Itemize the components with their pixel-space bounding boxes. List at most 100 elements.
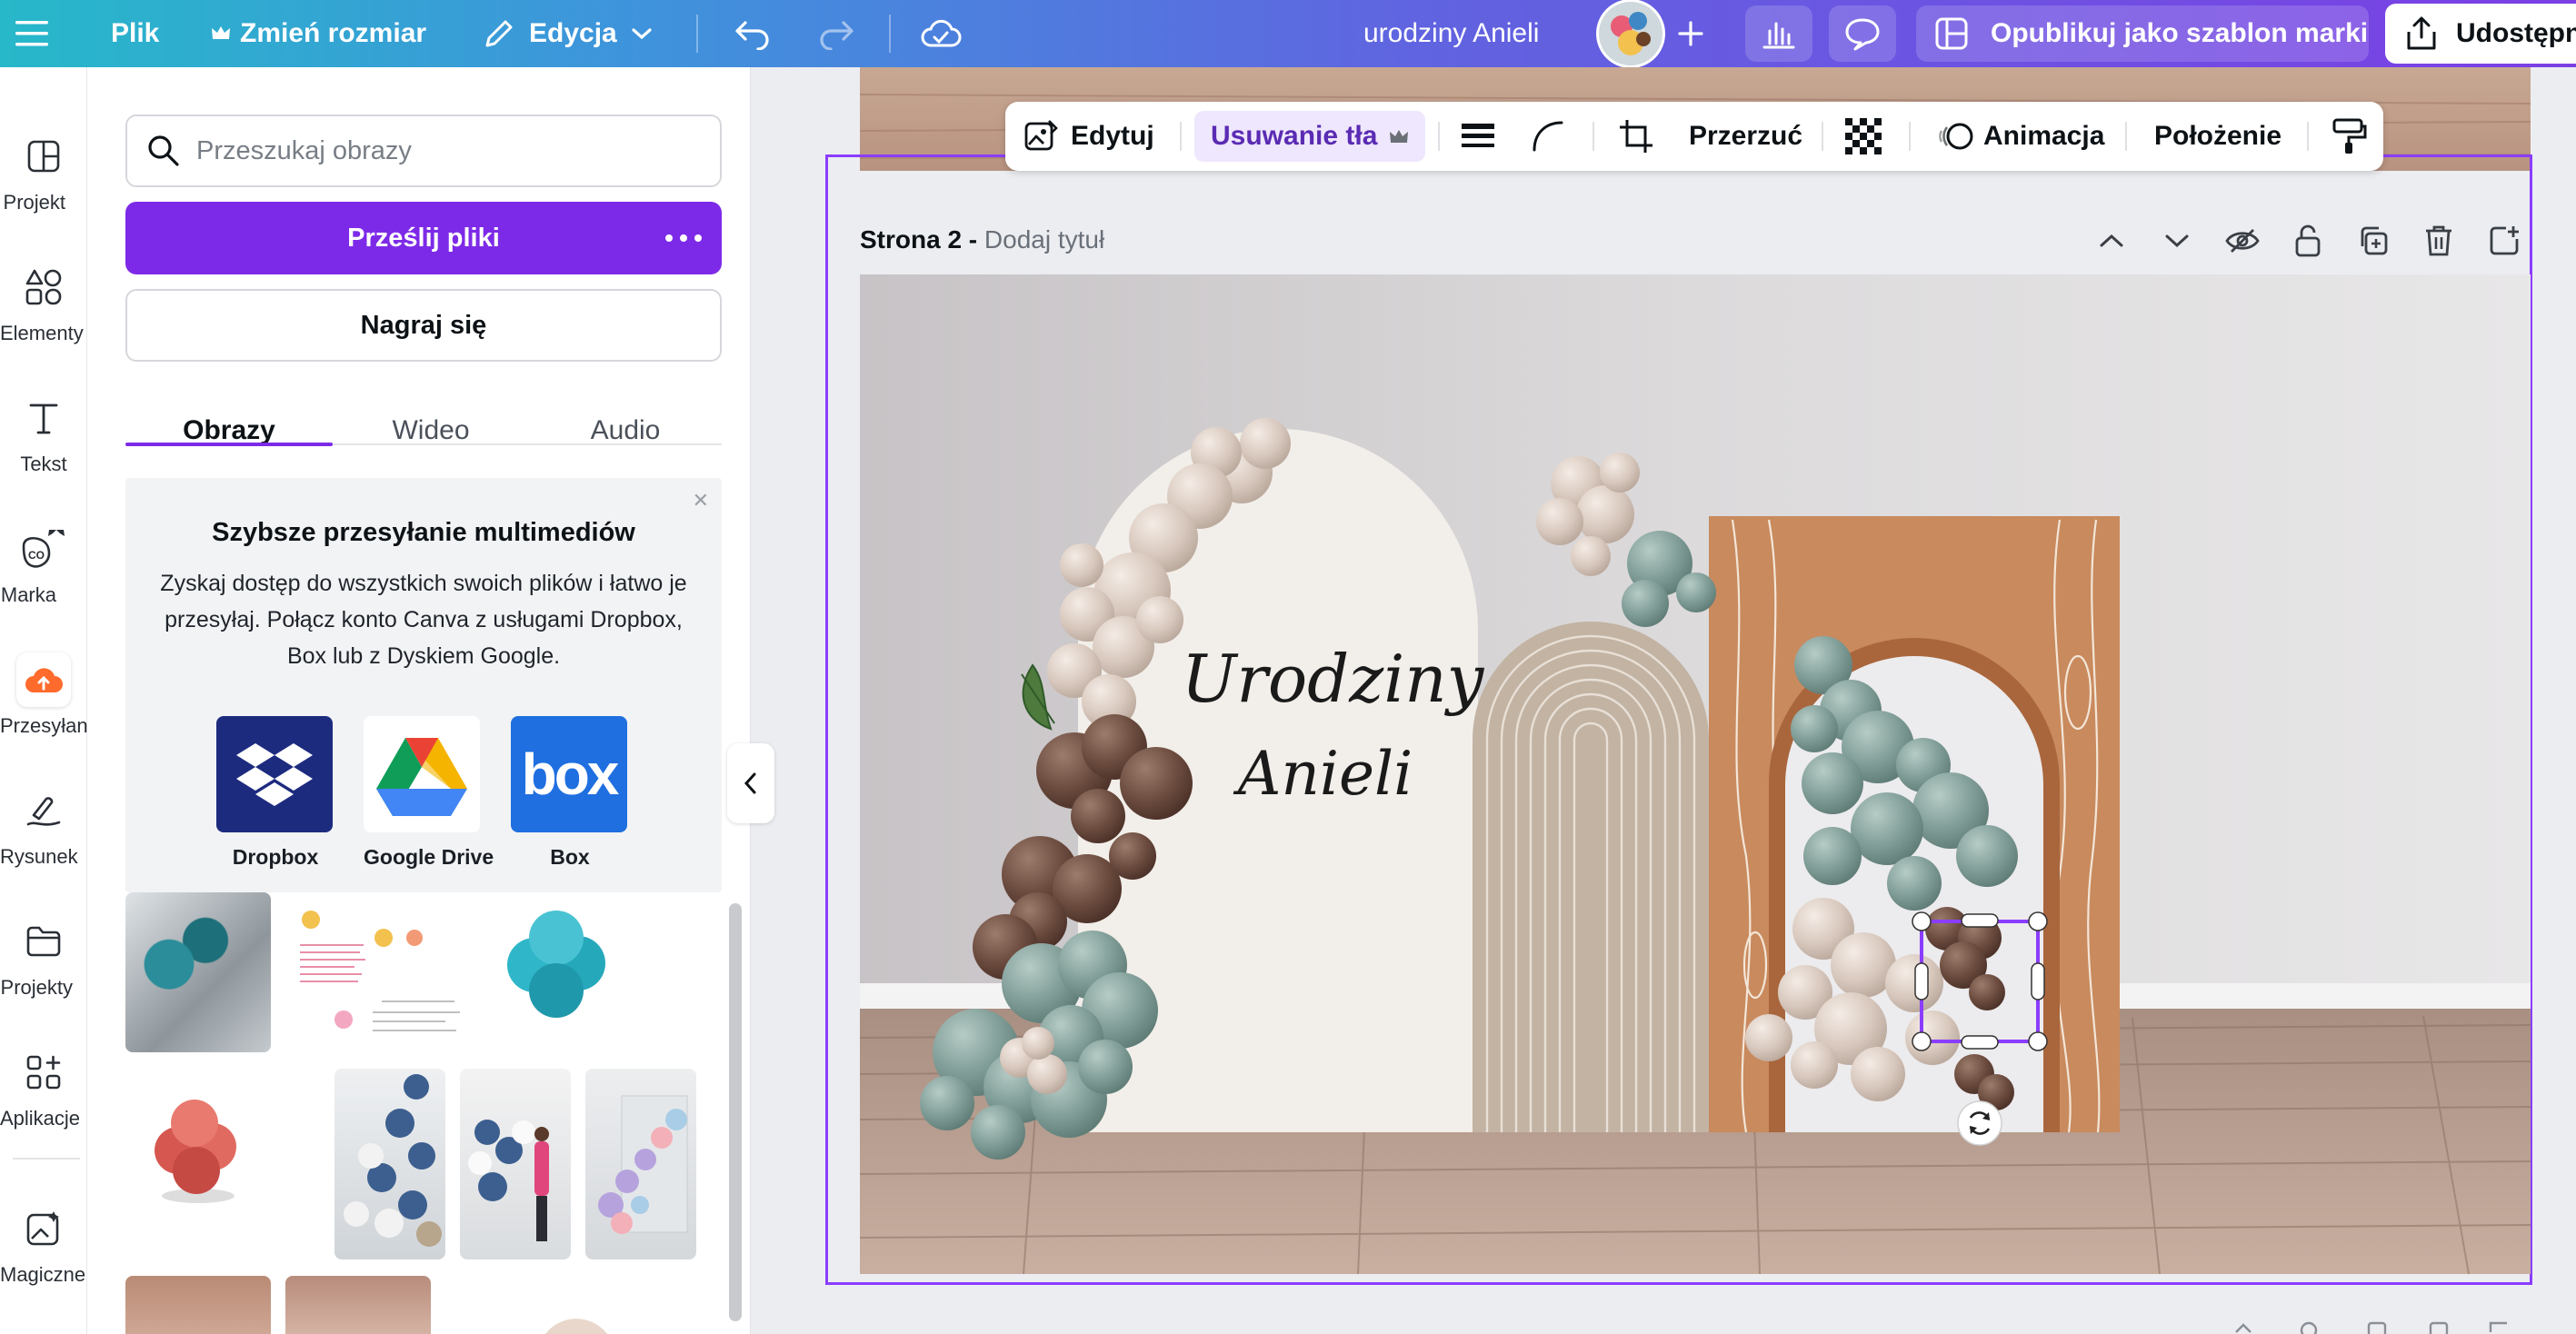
apps-icon <box>16 1045 71 1100</box>
image-thumbnail[interactable] <box>585 1069 696 1259</box>
crown-icon <box>212 26 230 39</box>
undo-icon[interactable] <box>733 0 773 67</box>
image-thumbnail[interactable] <box>460 1069 571 1259</box>
uploads-panel: Przeszukaj obrazy Prześlij pliki Nagraj … <box>87 67 751 1334</box>
resize-handle[interactable] <box>2028 911 2048 931</box>
image-thumbnail[interactable] <box>334 1069 445 1259</box>
image-thumbnail[interactable] <box>285 1276 431 1334</box>
more-options-icon[interactable] <box>665 225 702 251</box>
trash-icon[interactable] <box>2414 216 2463 265</box>
flip-button[interactable]: Przerzuć <box>1689 102 1802 171</box>
animate-button[interactable]: Animacja <box>1938 102 2104 171</box>
unlock-icon[interactable] <box>2283 216 2332 265</box>
copy-style-icon[interactable] <box>2331 102 2367 171</box>
dropbox-connect[interactable]: Dropbox <box>216 716 334 870</box>
file-menu[interactable]: Plik <box>111 0 159 67</box>
rail-item-brand[interactable]: CO Marka <box>0 516 87 643</box>
edit-image-label: Edytuj <box>1071 121 1154 151</box>
comments-button[interactable] <box>1829 5 1896 62</box>
rail-item-design[interactable]: Projekt <box>0 124 87 251</box>
publish-label: Opublikuj jako szablon marki <box>1991 18 2369 48</box>
rail-item-draw[interactable]: Rysunek <box>0 778 87 905</box>
resize-handle[interactable] <box>1912 911 1932 931</box>
animate-icon <box>1939 123 1973 150</box>
image-thumbnail[interactable] <box>531 1312 622 1334</box>
border-weight-icon[interactable] <box>1460 102 1496 171</box>
tab-audio[interactable]: Audio <box>529 394 722 467</box>
document-title[interactable]: urodziny Anieli <box>1363 0 1539 67</box>
resize-handle[interactable] <box>1912 1031 1932 1051</box>
add-page-title[interactable]: Dodaj tytuł <box>984 225 1104 254</box>
image-thumbnail[interactable] <box>125 1069 262 1229</box>
share-label: Udostępnij <box>2456 18 2576 48</box>
resize-handle[interactable] <box>1961 1035 1999 1050</box>
avatar[interactable] <box>1594 0 1667 68</box>
image-edit-icon <box>1024 120 1058 151</box>
edit-mode-button[interactable]: Edycja <box>482 0 654 67</box>
brand-icon: CO <box>16 522 71 576</box>
rail-item-magic-media[interactable]: Magiczne m... <box>0 1196 87 1323</box>
upload-files-button[interactable]: Prześlij pliki <box>125 202 722 274</box>
rail-item-apps[interactable]: Aplikacje <box>0 1040 87 1167</box>
rail-label: Magiczne m... <box>0 1263 87 1286</box>
edit-image-button[interactable]: Edytuj <box>1023 102 1154 171</box>
rail-divider <box>13 1158 80 1160</box>
canva-editor: Plik Zmień rozmiar Edycja urodziny Aniel… <box>0 0 2576 1334</box>
cloud-saved-icon[interactable] <box>920 0 962 67</box>
service-name: Box <box>550 845 590 869</box>
hide-page-icon[interactable] <box>2218 216 2267 265</box>
image-thumbnail[interactable] <box>480 892 634 1052</box>
resize-handle[interactable] <box>2028 1031 2048 1051</box>
resize-handle[interactable] <box>2031 962 2045 1000</box>
chevron-down-icon[interactable] <box>2152 216 2202 265</box>
publish-brand-template-button[interactable]: Opublikuj jako szablon marki <box>1916 5 2369 62</box>
resize-handle[interactable] <box>1914 962 1929 1000</box>
rail-item-uploads[interactable]: Przesyłanie <box>0 647 87 774</box>
google-drive-connect[interactable]: Google Drive <box>364 716 494 870</box>
add-collaborator-button[interactable] <box>1665 0 1716 67</box>
rail-item-projects[interactable]: Projekty <box>0 909 87 1036</box>
rail-item-elements[interactable]: Elementy <box>0 254 87 382</box>
insights-button[interactable] <box>1745 5 1812 62</box>
hamburger-icon[interactable] <box>7 0 56 67</box>
design-title-line1[interactable]: Urodziny <box>1182 641 1485 717</box>
crown-icon <box>1390 130 1409 143</box>
transparency-icon[interactable] <box>1845 102 1882 171</box>
collapse-panel-button[interactable] <box>727 743 774 823</box>
box-connect[interactable]: box Box <box>511 716 629 870</box>
resize-button[interactable]: Zmień rozmiar <box>211 0 426 67</box>
share-button[interactable]: Udostępnij <box>2385 4 2576 64</box>
corner-rounding-icon[interactable] <box>1531 102 1565 171</box>
image-thumbnail[interactable] <box>125 1276 271 1334</box>
close-icon[interactable]: ✕ <box>693 489 709 513</box>
record-yourself-button[interactable]: Nagraj się <box>125 289 722 362</box>
panel-scrollbar[interactable] <box>729 903 742 1321</box>
share-icon <box>2407 16 2436 50</box>
image-thumbnail[interactable] <box>125 892 271 1052</box>
resize-handle[interactable] <box>1961 913 1999 928</box>
design-page[interactable]: Urodziny Anieli <box>860 274 2531 1274</box>
design-title-line2[interactable]: Anieli <box>1233 739 1413 809</box>
tab-images[interactable]: Obrazy <box>125 394 333 467</box>
rail-label: Tekst <box>20 453 67 475</box>
page-label: Strona 2 - Dodaj tytuł <box>860 225 1104 254</box>
tab-video[interactable]: Wideo <box>333 394 529 467</box>
chevron-up-icon[interactable] <box>2087 216 2136 265</box>
google-drive-icon <box>364 716 480 832</box>
duplicate-page-icon[interactable] <box>2349 216 2398 265</box>
promo-description: Zyskaj dostęp do wszystkich swoich plikó… <box>160 571 687 669</box>
redo-icon[interactable] <box>816 0 856 67</box>
box-logo: box <box>521 742 620 807</box>
image-thumbnail[interactable] <box>282 892 469 1052</box>
background-remover-button[interactable]: Usuwanie tła <box>1194 111 1425 162</box>
resize-label: Zmień rozmiar <box>240 18 427 48</box>
rail-item-text[interactable]: Tekst <box>0 385 87 513</box>
rotate-icon[interactable] <box>1957 1100 2002 1146</box>
search-input[interactable]: Przeszukaj obrazy <box>125 114 722 187</box>
crop-icon[interactable] <box>1618 102 1654 171</box>
side-rail: Projekt Elementy Tekst CO Marka Przesyła… <box>0 67 87 1334</box>
add-page-icon[interactable] <box>2480 216 2529 265</box>
bar-chart-icon <box>1762 22 1795 49</box>
position-button[interactable]: Położenie <box>2154 102 2281 171</box>
shapes-icon <box>16 260 71 314</box>
